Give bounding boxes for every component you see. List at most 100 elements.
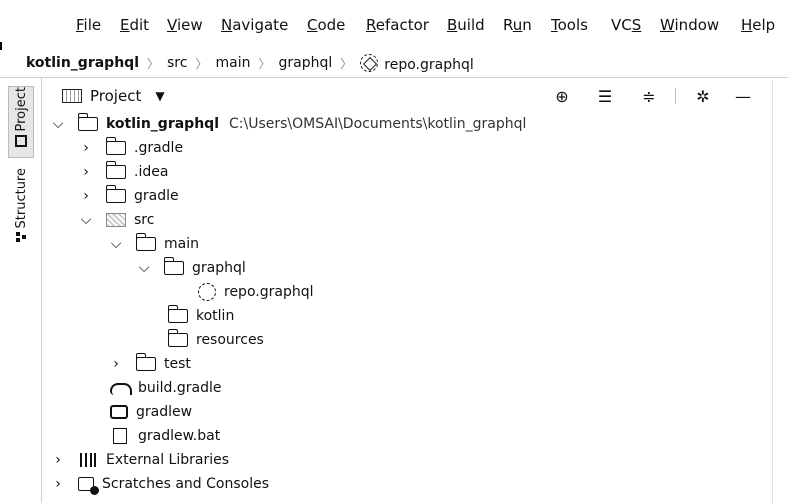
project-tab-icon (15, 135, 27, 148)
chevron-right-icon: 〉 (258, 56, 271, 71)
menu-bar: File Edit View Navigate Code Refactor Bu… (0, 0, 788, 42)
chevron-down-icon[interactable]: ⌵ (136, 260, 152, 276)
chevron-right-icon: 〉 (340, 56, 353, 71)
folder-icon (105, 137, 126, 155)
tree-row-repo-graphql[interactable]: repo.graphql (198, 280, 313, 304)
panel-right-edge (772, 80, 773, 503)
tree-row-gradle[interactable]: › gradle (78, 184, 179, 208)
tree-row-label: gradlew.bat (138, 428, 221, 444)
sidebar-tab-project[interactable]: Project (8, 86, 34, 158)
scratches-icon (78, 477, 99, 495)
tree-row-test[interactable]: › test (108, 352, 191, 376)
folder-icon (167, 305, 188, 323)
breadcrumb-project[interactable]: kotlin_graphql (26, 55, 139, 71)
tree-row-gradlew-bat[interactable]: gradlew.bat (110, 424, 220, 448)
tree-row-build-gradle[interactable]: build.gradle (110, 376, 222, 400)
breadcrumb: kotlin_graphql 〉 src 〉 main 〉 graphql 〉 … (0, 50, 788, 76)
breadcrumb-divider (0, 77, 788, 78)
sidebar-tab-structure[interactable]: Structure (8, 168, 34, 242)
menu-help[interactable]: Help (741, 16, 775, 34)
graphql-file-icon (198, 283, 216, 301)
tree-row-label: resources (196, 332, 264, 348)
chevron-right-icon[interactable]: › (78, 164, 94, 180)
tree-row-external-libraries[interactable]: › External Libraries (50, 448, 229, 472)
chevron-right-icon: 〉 (147, 56, 160, 71)
tree-row-dot-gradle[interactable]: › .gradle (78, 136, 183, 160)
chevron-down-icon[interactable]: ⌵ (78, 212, 94, 228)
tree-row-kotlin[interactable]: kotlin (167, 304, 235, 328)
tree-row-label: test (164, 356, 191, 372)
view-selector[interactable]: Project ▼ (62, 87, 165, 105)
menu-tools[interactable]: Tools (551, 16, 588, 34)
tree-row-gradlew[interactable]: gradlew (110, 400, 192, 424)
chevron-right-icon[interactable]: › (78, 140, 94, 156)
folder-icon (163, 257, 184, 275)
folder-icon (135, 353, 156, 371)
chevron-right-icon[interactable]: › (50, 476, 66, 492)
minimize-icon[interactable]: — (732, 86, 754, 106)
tree-row-label: gradle (134, 188, 179, 204)
menu-code[interactable]: Code (307, 16, 345, 34)
source-folder-icon (106, 213, 126, 227)
tree-row-dot-idea[interactable]: › .idea (78, 160, 168, 184)
menu-run[interactable]: Run (503, 16, 532, 34)
chevron-right-icon[interactable]: › (50, 452, 66, 468)
tree-row-label: Scratches and Consoles (102, 476, 269, 492)
root-project-name: kotlin_graphql (106, 116, 219, 132)
menu-window[interactable]: Window (660, 16, 719, 34)
tree-row-label: repo.graphql (224, 284, 314, 300)
breadcrumb-graphql[interactable]: graphql (278, 55, 332, 71)
libraries-icon (78, 453, 98, 467)
menu-navigate[interactable]: Navigate (221, 16, 288, 34)
tree-row-root[interactable]: ⌵ kotlin_graphql C:\Users\OMSAI\Document… (50, 112, 526, 136)
folder-icon (167, 329, 188, 347)
tree-row-src[interactable]: ⌵ src (78, 208, 155, 232)
chevron-down-icon: ▼ (155, 89, 165, 103)
tree-row-scratches[interactable]: › Scratches and Consoles (50, 472, 269, 496)
tree-row-label: main (164, 236, 199, 252)
crosshair-icon[interactable]: ⊕ (551, 86, 573, 106)
tree-row-label: .idea (134, 164, 169, 180)
menu-refactor[interactable]: Refactor (366, 16, 429, 34)
tree-row-label: External Libraries (106, 452, 229, 468)
tree-row-label: kotlin (196, 308, 235, 324)
terminal-file-icon (110, 405, 128, 419)
gear-icon[interactable]: ✲ (692, 86, 714, 106)
collapse-all-icon[interactable]: ≑ (638, 86, 660, 106)
menu-build[interactable]: Build (447, 16, 485, 34)
tree-row-label: build.gradle (138, 380, 222, 396)
root-project-path: C:\Users\OMSAI\Documents\kotlin_graphql (229, 116, 527, 132)
tree-row-label: src (134, 212, 155, 228)
folder-icon (105, 185, 126, 203)
folder-icon (135, 233, 156, 251)
project-toolbar: Project ▼ ⊕ ☰ ≑ ✲ — (50, 82, 780, 110)
breadcrumb-src[interactable]: src (167, 55, 187, 71)
expand-all-icon[interactable]: ☰ (594, 86, 616, 106)
toolbar-separator (675, 88, 676, 104)
sidebar-tab-structure-label: Structure (13, 168, 29, 229)
tree-row-label: graphql (192, 260, 246, 276)
tree-row-label: .gradle (134, 140, 184, 156)
tree-row-label: gradlew (136, 404, 193, 420)
chevron-down-icon[interactable]: ⌵ (50, 116, 66, 132)
chevron-right-icon[interactable]: › (108, 356, 124, 372)
view-selector-label: Project (90, 87, 142, 105)
folder-icon (105, 161, 126, 179)
breadcrumb-main[interactable]: main (215, 55, 250, 71)
tree-row-main[interactable]: ⌵ main (108, 232, 199, 256)
structure-tab-icon (16, 232, 26, 242)
tree-row-graphql[interactable]: ⌵ graphql (136, 256, 246, 280)
menu-vcs[interactable]: VCS (611, 16, 641, 34)
menu-view[interactable]: View (167, 16, 203, 34)
chevron-down-icon[interactable]: ⌵ (108, 236, 124, 252)
chevron-right-icon[interactable]: › (78, 188, 94, 204)
tree-row-resources[interactable]: resources (167, 328, 264, 352)
menu-file[interactable]: File (76, 16, 101, 34)
breadcrumb-file[interactable]: repo.graphql (360, 53, 474, 73)
chevron-right-icon: 〉 (195, 56, 208, 71)
module-folder-icon (77, 113, 98, 131)
project-view-icon (62, 89, 82, 103)
sidebar-tab-project-label: Project (13, 87, 29, 132)
menu-edit[interactable]: Edit (120, 16, 149, 34)
graphql-file-icon (360, 53, 379, 72)
